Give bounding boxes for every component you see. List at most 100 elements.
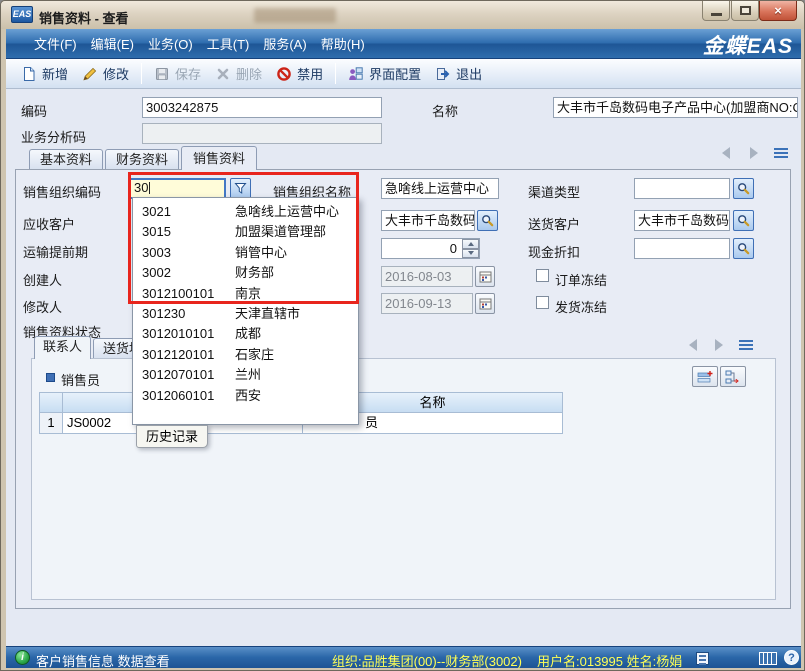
dropdown-item[interactable]: 3012100101南京 [133,284,358,304]
tab-sales-info[interactable]: 销售资料 [181,146,257,170]
menu-business[interactable]: 业务(O) [142,31,199,56]
cash-discount-field[interactable] [634,238,730,259]
insert-row-icon [697,370,713,384]
tab-finance-info[interactable]: 财务资料 [105,149,179,170]
channel-type-field[interactable] [634,178,730,199]
log-icon[interactable] [696,652,709,665]
modify-button[interactable]: 修改 [75,61,136,86]
modify-date-calendar-button[interactable] [475,293,495,314]
new-button[interactable]: 新增 [14,61,75,86]
dropdown-item[interactable]: 3021急啥线上运营中心 [133,202,358,222]
transport-lead-stepper[interactable] [462,239,479,258]
item-code: 3012120101 [133,347,214,362]
dropdown-item[interactable]: 301230天津直辖市 [133,304,358,324]
dropdown-item[interactable]: 3012010101成都 [133,324,358,344]
dropdown-item[interactable]: 3015加盟渠道管理部 [133,222,358,242]
magnifier-icon [737,214,750,227]
list-icon[interactable] [739,340,753,351]
code-label: 编码 [21,101,47,120]
channel-type-lookup-button[interactable] [733,178,754,199]
item-name: 南京 [235,284,261,304]
lookup-funnel-icon [234,182,247,195]
close-button[interactable]: × [759,1,797,21]
hierarchy-button[interactable] [720,366,746,387]
save-floppy-icon [154,66,170,82]
delivery-customer-field[interactable]: 大丰市千岛数码电 [634,210,730,231]
item-code: 3021 [133,204,171,219]
exit-button[interactable]: 退出 [428,61,489,86]
tab-contacts[interactable]: 联系人 [34,336,91,359]
next-arrow-icon[interactable] [715,339,723,351]
dropdown-item[interactable]: 3012120101 石家庄 [133,345,358,365]
ui-config-button[interactable]: 界面配置 [341,61,428,86]
disable-button[interactable]: 禁用 [269,61,330,86]
status-message: 客户销售信息 数据查看 [36,651,170,670]
receivable-customer-label: 应收客户 [23,214,75,233]
create-date-field: 2016-08-03 [381,266,473,287]
org-code-lookup-button[interactable] [230,178,251,199]
delivery-freeze-checkbox[interactable] [536,296,549,309]
dropdown-item[interactable]: 3002财务部 [133,263,358,283]
receivable-customer-lookup-button[interactable] [477,210,498,231]
menu-edit[interactable]: 编辑(E) [85,31,140,56]
prev-arrow-icon[interactable] [689,339,697,351]
info-icon: i [15,650,30,665]
spinner-down-icon[interactable] [462,249,479,259]
delivery-customer-lookup-button[interactable] [733,210,754,231]
dropdown-item[interactable]: 3012060101西安 [133,386,358,406]
receivable-customer-field[interactable]: 大丰市千岛数码电 [381,210,475,231]
item-name: 财务部 [235,263,274,283]
menu-tools[interactable]: 工具(T) [201,31,256,56]
org-name-field[interactable]: 急啥线上运营中心 [381,178,499,199]
menu-help[interactable]: 帮助(H) [315,31,371,56]
dropdown-item[interactable]: 3003销管中心 [133,243,358,263]
toolbar-separator [335,63,336,84]
item-code: 301230 [133,306,185,321]
delivery-customer-label: 送货客户 [528,214,580,233]
item-name: 销管中心 [235,243,287,263]
history-record-tab[interactable]: 历史记录 [136,425,208,448]
create-date-calendar-button[interactable] [475,266,495,287]
cash-discount-lookup-button[interactable] [733,238,754,259]
delete-button[interactable]: 删除 [208,61,269,86]
transport-lead-label: 运输提前期 [23,242,88,261]
minimize-button[interactable] [702,1,730,21]
order-freeze-checkbox[interactable] [536,269,549,282]
help-icon[interactable]: ? [784,650,799,665]
pencil-icon [82,66,98,82]
spinner-up-icon[interactable] [462,239,479,249]
tab-basic-info[interactable]: 基本资料 [29,149,103,170]
modify-label: 修改 [103,64,129,83]
name-field[interactable]: 大丰市千岛数码电子产品中心(加盟商NO:CH [553,97,798,118]
code-field[interactable]: 3003242875 [142,97,382,118]
prev-arrow-icon[interactable] [722,147,730,159]
list-icon[interactable] [774,148,788,159]
delivery-freeze-label: 发货冻结 [555,297,607,316]
item-name: 石家庄 [235,345,274,365]
maximize-button[interactable] [731,1,759,21]
ui-config-label: 界面配置 [369,64,421,83]
item-code: 3012060101 [133,388,214,403]
statusbar: i 客户销售信息 数据查看 组织:品胜集团(00)--财务部(3002) 用户名… [6,646,801,668]
magnifier-icon [737,182,750,195]
ban-icon [276,66,292,82]
menu-file[interactable]: 文件(F) [28,31,83,56]
menu-service[interactable]: 服务(A) [257,31,312,56]
titlebar[interactable]: EAS 销售资料 - 查看 × [1,1,805,29]
dropdown-item[interactable]: 3012070101兰州 [133,365,358,385]
org-code-label: 销售组织编码 [23,182,101,201]
disable-label: 禁用 [297,64,323,83]
exit-label: 退出 [456,64,482,83]
insert-row-button[interactable] [692,366,718,387]
item-code: 3015 [133,224,171,239]
name-label: 名称 [432,101,458,120]
status-user: 用户名:013995 姓名:杨娟 [537,651,682,670]
window-body: 文件(F) 编辑(E) 业务(O) 工具(T) 服务(A) 帮助(H) 金蝶EA… [6,29,801,668]
hierarchy-icon [725,370,741,384]
row-number-header [39,392,63,413]
org-code-input[interactable]: 30 [129,178,226,199]
item-code: 3012070101 [133,367,214,382]
grid-window-icon[interactable] [759,652,777,665]
save-button[interactable]: 保存 [147,61,208,86]
next-arrow-icon[interactable] [750,147,758,159]
